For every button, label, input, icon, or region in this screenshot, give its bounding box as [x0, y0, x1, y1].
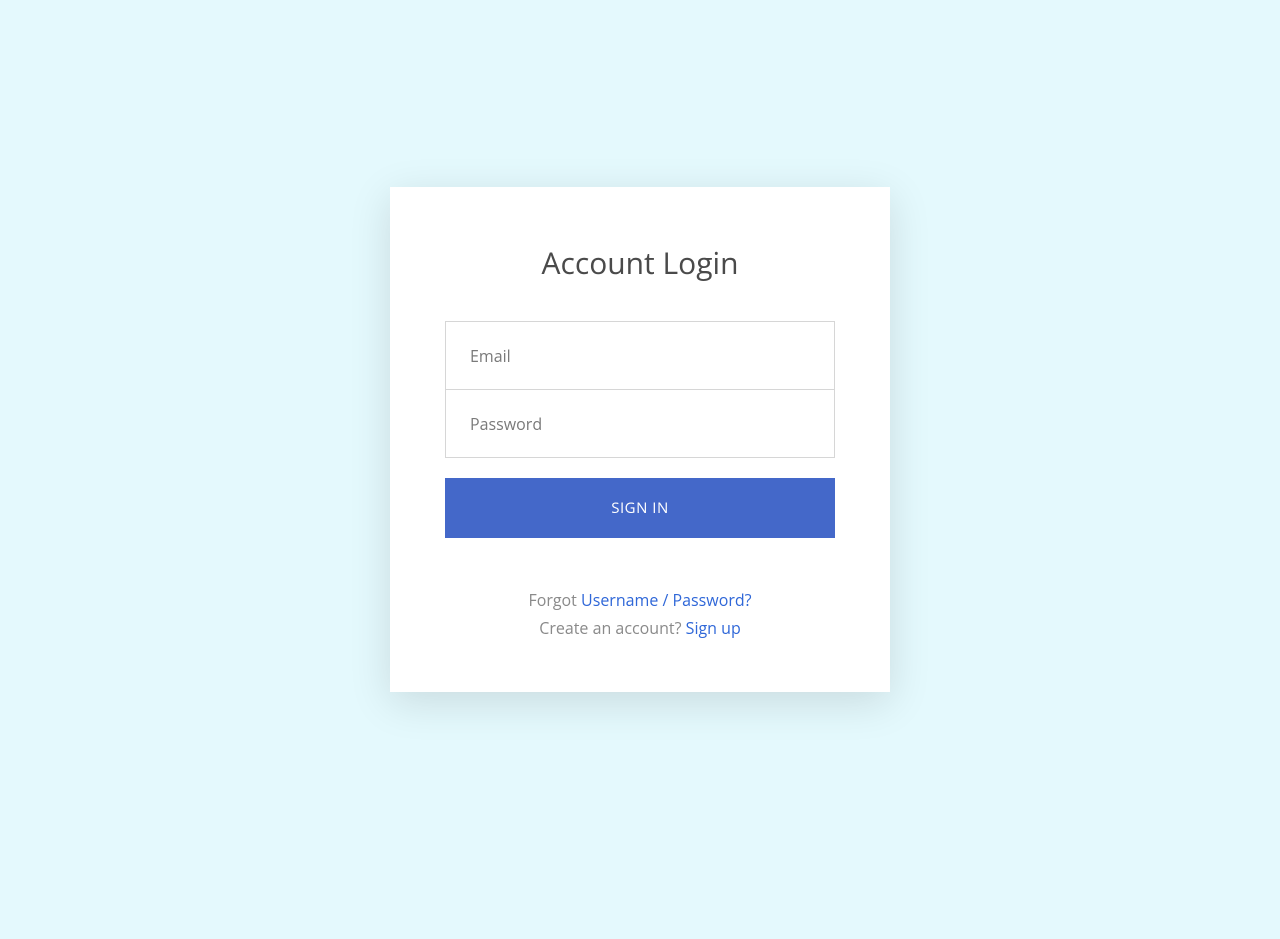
email-input[interactable] [445, 321, 835, 390]
input-group [445, 321, 835, 458]
login-title: Account Login [445, 242, 835, 283]
forgot-line: Forgot Username / Password? [445, 586, 835, 614]
login-card: Account Login SIGN IN Forgot Username / … [390, 187, 890, 692]
signup-link[interactable]: Sign up [686, 617, 741, 639]
signup-prefix: Create an account? [539, 617, 685, 639]
signup-line: Create an account? Sign up [445, 614, 835, 642]
forgot-prefix: Forgot [528, 589, 581, 611]
forgot-link[interactable]: Username / Password? [581, 589, 752, 611]
helper-links: Forgot Username / Password? Create an ac… [445, 586, 835, 642]
signin-button[interactable]: SIGN IN [445, 478, 835, 538]
password-input[interactable] [445, 389, 835, 458]
